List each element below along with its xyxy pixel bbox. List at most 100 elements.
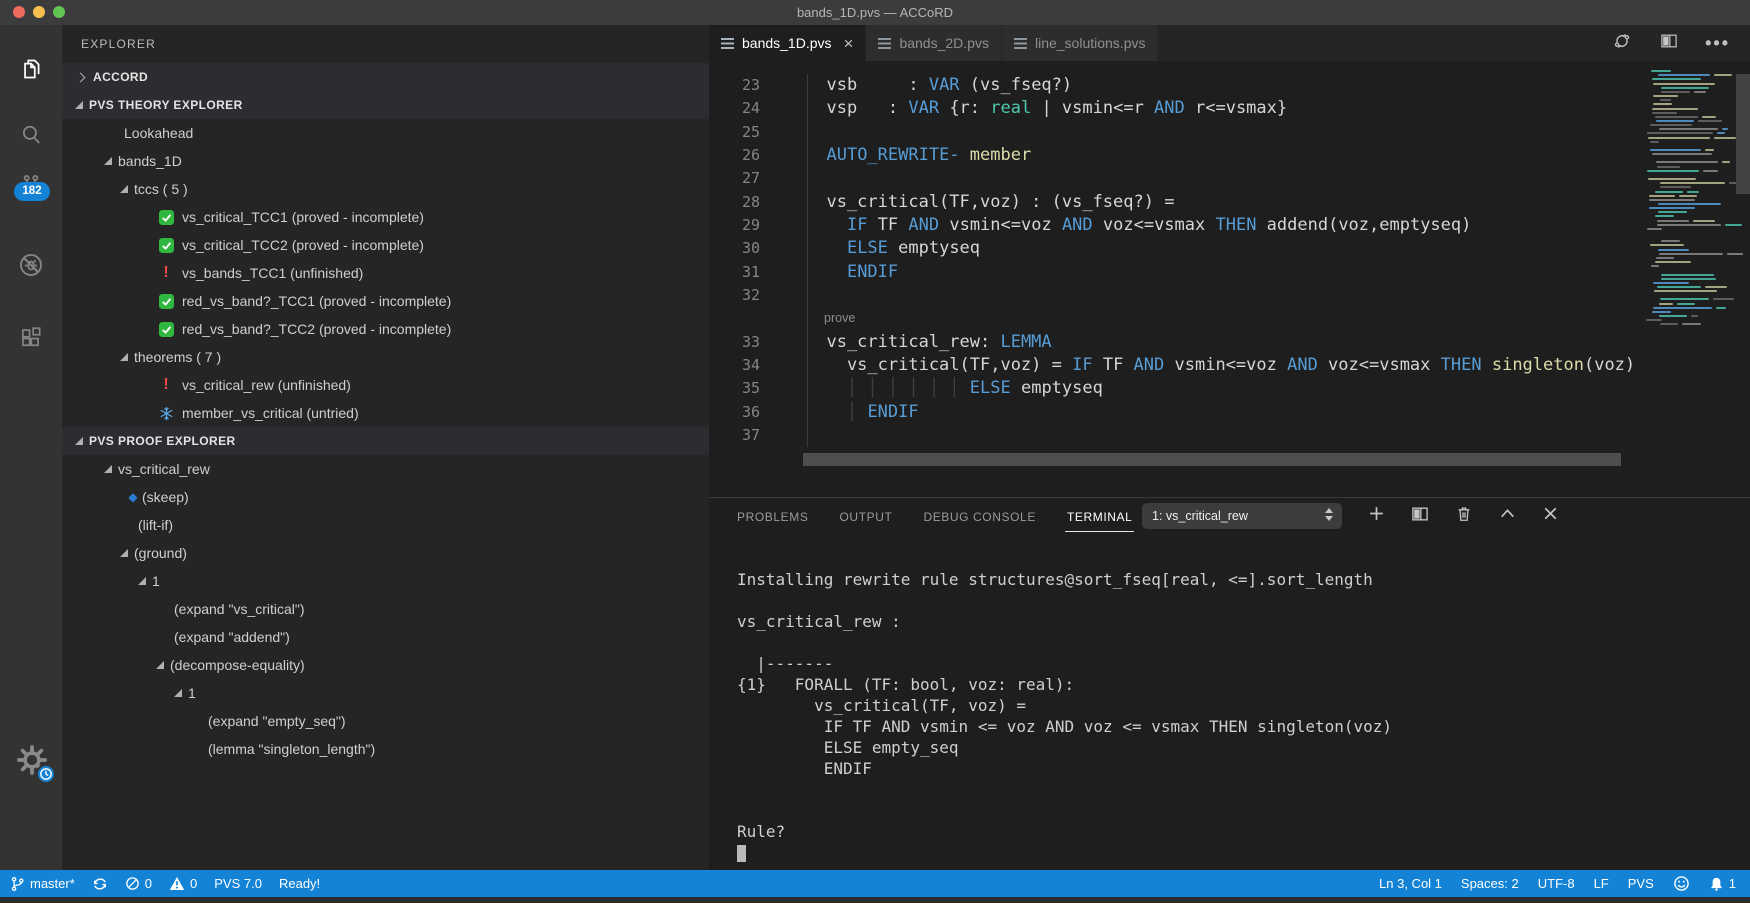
status-item-smiley-icon[interactable]: [1673, 875, 1690, 892]
sync-icon: [92, 876, 108, 892]
status-item-ln-3-col-1[interactable]: Ln 3, Col 1: [1379, 876, 1442, 891]
code-text: AUTO_REWRITE- member: [760, 144, 1031, 167]
chevron-right-icon: [76, 72, 86, 82]
tree-item-label: bands_1D: [118, 153, 182, 169]
status-item-label: Ln 3, Col 1: [1379, 876, 1442, 891]
close-panel-icon[interactable]: [1541, 504, 1560, 528]
status-item-spaces-2[interactable]: Spaces: 2: [1461, 876, 1519, 891]
terminal-select[interactable]: 1: vs_critical_rew: [1142, 503, 1342, 529]
tree-item[interactable]: vs_critical_TCC1 (proved - incomplete): [62, 203, 709, 231]
code-line: 37: [709, 424, 1750, 447]
panel-actions: [1367, 498, 1560, 534]
tree-item[interactable]: !vs_critical_rew (unfinished): [62, 371, 709, 399]
status-item-1[interactable]: 1: [1709, 876, 1736, 892]
status-item-0[interactable]: 0: [125, 876, 152, 891]
status-item-label: PVS: [1628, 876, 1654, 891]
status-item-pvs-7-0[interactable]: PVS 7.0: [214, 876, 262, 891]
new-terminal-icon[interactable]: [1367, 504, 1386, 528]
panel-tab-terminal[interactable]: TERMINAL: [1065, 501, 1134, 532]
sidebar-tree: ACCORDPVS THEORY EXPLORERLookahead bands_…: [62, 63, 709, 763]
line-number: 27: [709, 167, 760, 190]
tree-item[interactable]: (lift-if): [62, 511, 709, 539]
tab-bands_2D-pvs[interactable]: bands_2D.pvs: [866, 25, 1002, 61]
tree-item-label: red_vs_band?_TCC2 (proved - incomplete): [182, 321, 451, 337]
horizontal-scrollbar[interactable]: [803, 453, 1621, 466]
tree-item[interactable]: !vs_bands_TCC1 (unfinished): [62, 259, 709, 287]
status-item-label: Ready!: [279, 876, 320, 891]
tree-item-label: (skeep): [142, 489, 189, 505]
tree-item[interactable]: (decompose-equality): [62, 651, 709, 679]
tree-item[interactable]: 1: [62, 567, 709, 595]
explorer-activity-button[interactable]: [0, 51, 62, 91]
code-editor[interactable]: 23 vsb : VAR (vs_fseq?)24 vsp : VAR {r: …: [709, 61, 1750, 497]
tree-item[interactable]: (expand "empty_seq"): [62, 707, 709, 735]
tree-item-label: (lift-if): [138, 517, 173, 533]
codelens-prove-link[interactable]: prove: [760, 307, 855, 330]
status-item-ready-[interactable]: Ready!: [279, 876, 320, 891]
status-item-master-[interactable]: master*: [10, 876, 75, 892]
tree-item[interactable]: member_vs_critical (untried): [62, 399, 709, 427]
window-bottom-edge: [0, 897, 1750, 903]
tab-line_solutions-pvs[interactable]: line_solutions.pvs: [1002, 25, 1159, 61]
codelens-row: prove: [709, 307, 1750, 330]
panel-tab-output[interactable]: OUTPUT: [838, 501, 895, 531]
tree-item[interactable]: vs_critical_TCC2 (proved - incomplete): [62, 231, 709, 259]
tree-item[interactable]: theorems ( 7 ): [62, 343, 709, 371]
panel-tab-debug-console[interactable]: DEBUG CONSOLE: [921, 501, 1038, 531]
search-activity-button[interactable]: [0, 117, 62, 157]
tree-item[interactable]: ◆(skeep): [62, 483, 709, 511]
more-actions-icon[interactable]: •••: [1705, 33, 1730, 54]
status-item-pvs[interactable]: PVS: [1628, 876, 1654, 891]
status-item-label: 0: [145, 876, 152, 891]
tree-item[interactable]: (expand "vs_critical"): [62, 595, 709, 623]
section-header-accord[interactable]: ACCORD: [62, 63, 709, 91]
tree-item[interactable]: tccs ( 5 ): [62, 175, 709, 203]
maximize-panel-icon[interactable]: [1498, 504, 1517, 528]
status-item-utf-8[interactable]: UTF-8: [1538, 876, 1575, 891]
toggle-changes-icon[interactable]: [1611, 30, 1633, 57]
tree-item[interactable]: (lemma "singleton_length"): [62, 735, 709, 763]
panel-tab-bar: PROBLEMS OUTPUT DEBUG CONSOLE TERMINAL: [735, 498, 1134, 534]
panel-tab-problems[interactable]: PROBLEMS: [735, 501, 811, 531]
status-item-lf[interactable]: LF: [1594, 876, 1609, 891]
tree-item[interactable]: 1: [62, 679, 709, 707]
vertical-scrollbar[interactable]: [1736, 74, 1750, 194]
extensions-activity-button[interactable]: [0, 320, 62, 360]
status-item-sync-icon[interactable]: [92, 876, 108, 892]
tree-item[interactable]: red_vs_band?_TCC2 (proved - incomplete): [62, 315, 709, 343]
editor-actions: •••: [1611, 25, 1750, 61]
tree-item[interactable]: red_vs_band?_TCC1 (proved - incomplete): [62, 287, 709, 315]
tab-close-icon[interactable]: ×: [844, 35, 854, 52]
line-number: 29: [709, 214, 760, 237]
split-editor-icon[interactable]: [1659, 31, 1679, 56]
status-item-label: 0: [190, 876, 197, 891]
tree-item-label: member_vs_critical (untried): [182, 405, 359, 421]
code-line: 23 vsb : VAR (vs_fseq?): [709, 74, 1750, 97]
tree-item[interactable]: (expand "addend"): [62, 623, 709, 651]
status-item-0[interactable]: 0: [169, 876, 197, 891]
settings-button[interactable]: [14, 742, 54, 786]
code-line: 29 IF TF AND vsmin<=voz AND voz<=vsmax T…: [709, 214, 1750, 237]
debug-activity-button[interactable]: [0, 247, 62, 287]
section-header-pvs-theory-explorer[interactable]: PVS THEORY EXPLORER: [62, 91, 709, 119]
minimap[interactable]: [1644, 63, 1736, 338]
kill-terminal-icon[interactable]: [1454, 504, 1474, 529]
proved-check-icon: [156, 322, 176, 337]
code-text: [760, 424, 806, 447]
status-item-label: LF: [1594, 876, 1609, 891]
tab-label: line_solutions.pvs: [1035, 35, 1146, 51]
terminal-cursor: [737, 845, 746, 862]
section-header-pvs-proof-explorer[interactable]: PVS PROOF EXPLORER: [62, 427, 709, 455]
code-line: 26 AUTO_REWRITE- member: [709, 144, 1750, 167]
tab-bands_1D-pvs[interactable]: bands_1D.pvs×: [709, 25, 866, 61]
terminal-output[interactable]: Installing rewrite rule structures@sort_…: [737, 569, 1392, 863]
split-terminal-icon[interactable]: [1410, 504, 1430, 529]
tree-item[interactable]: bands_1D: [62, 147, 709, 175]
tree-item[interactable]: vs_critical_rew: [62, 455, 709, 483]
code-line: 28 vs_critical(TF,voz) : (vs_fseq?) =: [709, 191, 1750, 214]
tree-item-label: theorems ( 7 ): [134, 349, 221, 365]
proof-step-diamond-icon: ◆: [126, 490, 140, 504]
tree-item-label: (lemma "singleton_length"): [208, 741, 375, 757]
tree-item[interactable]: (ground): [62, 539, 709, 567]
tree-item[interactable]: Lookahead: [62, 119, 709, 147]
